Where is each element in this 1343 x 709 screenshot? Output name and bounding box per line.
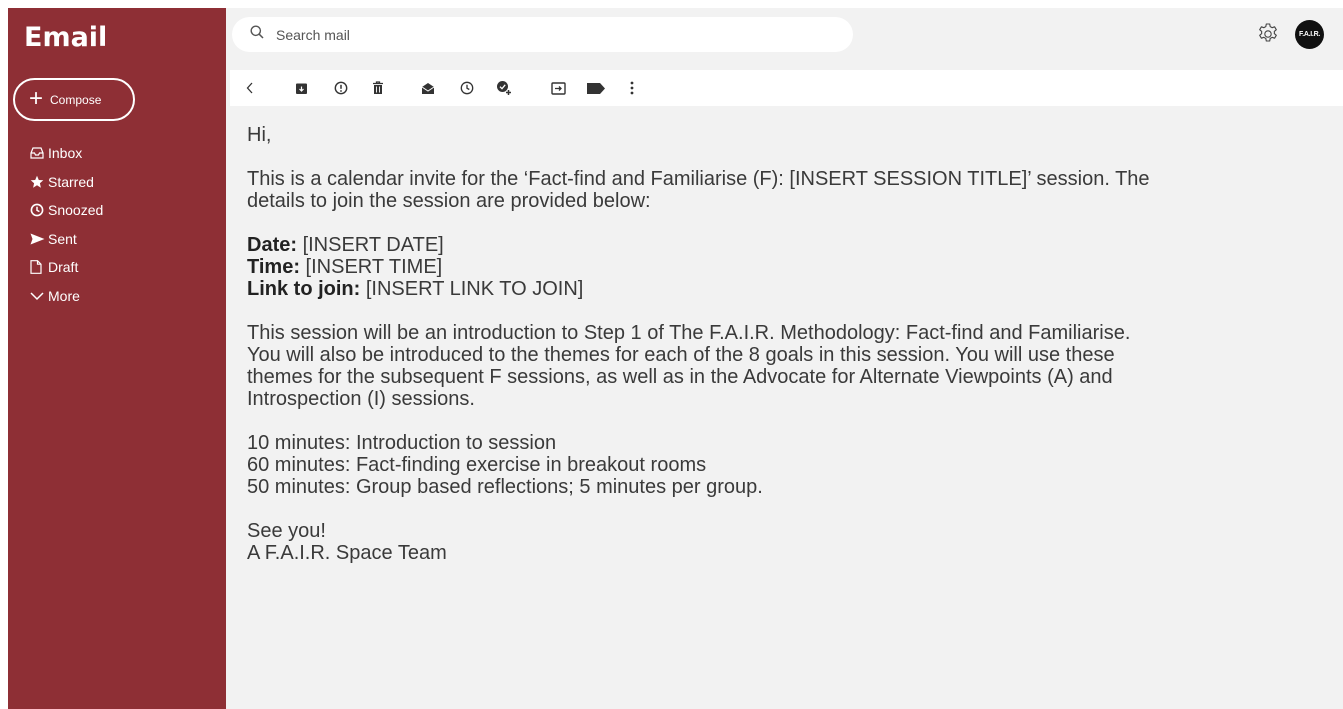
search-icon[interactable]: [250, 25, 264, 44]
label-icon[interactable]: [586, 80, 606, 96]
date-line: Date: [INSERT DATE]: [247, 234, 1337, 256]
plus-icon: +: [29, 84, 44, 112]
draft-icon: [30, 260, 46, 275]
link-label: Link to join:: [247, 278, 361, 300]
search-bar: [232, 17, 853, 52]
agenda-item: 50 minutes: Group based reflections; 5 m…: [247, 476, 763, 498]
agenda-item: 60 minutes: Fact-finding exercise in bre…: [247, 454, 707, 476]
message-body: Hi, This is a calendar invite for the ‘F…: [247, 124, 1337, 564]
back-icon[interactable]: [242, 80, 258, 96]
app-title: Email: [24, 22, 108, 53]
agenda-item: 10 minutes: Introduction to session: [247, 432, 557, 454]
description-line: This session will be an introduction to …: [247, 322, 1131, 344]
star-icon: [30, 175, 46, 189]
sidebar: Email + Compose Inbox Starred Snoozed Se…: [8, 8, 226, 709]
compose-label: Compose: [50, 92, 102, 107]
archive-icon[interactable]: [293, 80, 309, 96]
time-value: [INSERT TIME]: [299, 256, 443, 278]
sidebar-item-label: Snoozed: [48, 202, 104, 219]
snooze-icon[interactable]: [459, 80, 475, 96]
date-value: [INSERT DATE]: [297, 234, 444, 256]
message-toolbar: [230, 70, 1343, 106]
time-label: Time:: [247, 256, 300, 278]
description-line: Introspection (I) sessions.: [247, 388, 475, 410]
sidebar-item-more[interactable]: More: [30, 282, 103, 311]
sidebar-item-label: Sent: [48, 230, 77, 247]
signoff: See you!: [247, 520, 326, 542]
time-line: Time: [INSERT TIME]: [247, 256, 1337, 278]
sidebar-item-inbox[interactable]: Inbox: [30, 139, 103, 168]
more-options-icon[interactable]: [628, 80, 636, 96]
intro-line: This is a calendar invite for the ‘Fact-…: [247, 168, 1150, 190]
report-spam-icon[interactable]: [333, 80, 349, 96]
description-line: You will also be introduced to the theme…: [247, 344, 1115, 366]
intro-line: details to join the session are provided…: [247, 190, 651, 212]
signature: A F.A.I.R. Space Team: [247, 542, 447, 564]
mark-unread-icon[interactable]: [420, 80, 436, 96]
delete-icon[interactable]: [370, 80, 386, 96]
sidebar-item-label: Draft: [48, 259, 79, 276]
search-input[interactable]: [276, 26, 776, 43]
settings-gear-icon[interactable]: [1256, 22, 1280, 46]
sidebar-item-label: More: [48, 287, 80, 304]
description-line: themes for the subsequent F sessions, as…: [247, 366, 1113, 388]
greeting: Hi,: [247, 124, 272, 146]
compose-button[interactable]: + Compose: [13, 78, 135, 121]
sidebar-item-draft[interactable]: Draft: [30, 253, 103, 282]
sidebar-item-snoozed[interactable]: Snoozed: [30, 196, 103, 225]
sidebar-item-sent[interactable]: Sent: [30, 225, 103, 254]
sidebar-nav: Inbox Starred Snoozed Sent Draft More: [30, 139, 103, 310]
avatar[interactable]: F.A.I.R.: [1295, 20, 1324, 49]
sidebar-item-starred[interactable]: Starred: [30, 168, 103, 197]
move-to-icon[interactable]: [550, 80, 566, 96]
date-label: Date:: [247, 234, 298, 256]
add-task-icon[interactable]: [496, 80, 512, 96]
clock-icon: [30, 203, 46, 217]
inbox-icon: [30, 147, 46, 159]
sidebar-item-label: Starred: [48, 173, 94, 190]
sidebar-item-label: Inbox: [48, 145, 83, 162]
app-frame: Email + Compose Inbox Starred Snoozed Se…: [8, 8, 1343, 709]
link-value: [INSERT LINK TO JOIN]: [360, 278, 584, 300]
link-line: Link to join: [INSERT LINK TO JOIN]: [247, 278, 1337, 300]
chevron-down-icon: [30, 291, 46, 301]
send-icon: [30, 233, 46, 245]
